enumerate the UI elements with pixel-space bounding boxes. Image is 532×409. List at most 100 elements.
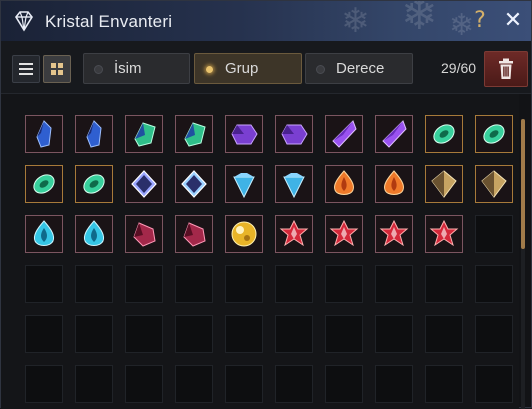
empty-inventory-slot[interactable] xyxy=(25,315,63,353)
inventory-slot[interactable] xyxy=(375,165,413,203)
scrollbar-thumb[interactable] xyxy=(521,119,525,249)
empty-inventory-slot[interactable] xyxy=(475,315,513,353)
empty-inventory-slot[interactable] xyxy=(125,265,163,303)
cyan-diamond-crystal-icon xyxy=(233,173,255,199)
help-icon[interactable]: ? xyxy=(471,10,489,32)
empty-inventory-slot[interactable] xyxy=(375,265,413,303)
inventory-slot[interactable] xyxy=(375,115,413,153)
close-icon[interactable]: ✕ xyxy=(501,9,525,33)
inventory-slot[interactable] xyxy=(225,215,263,253)
inventory-slot[interactable] xyxy=(75,215,113,253)
empty-inventory-slot[interactable] xyxy=(475,365,513,403)
inventory-slot[interactable] xyxy=(175,115,213,153)
empty-inventory-slot[interactable] xyxy=(325,365,363,403)
empty-inventory-slot[interactable] xyxy=(75,265,113,303)
empty-inventory-slot[interactable] xyxy=(425,365,463,403)
red-star-crystal-icon xyxy=(429,219,459,247)
empty-inventory-slot[interactable] xyxy=(325,265,363,303)
inventory-slot[interactable] xyxy=(325,115,363,153)
inventory-slot[interactable] xyxy=(25,165,63,203)
inventory-slot[interactable] xyxy=(325,215,363,253)
green-oval-crystal-icon xyxy=(433,124,455,144)
empty-inventory-slot[interactable] xyxy=(125,365,163,403)
inventory-slot[interactable] xyxy=(325,165,363,203)
inventory-slot[interactable] xyxy=(25,115,63,153)
list-view-button[interactable] xyxy=(12,55,40,83)
inventory-slot[interactable] xyxy=(425,165,463,203)
empty-inventory-slot[interactable] xyxy=(375,365,413,403)
empty-inventory-slot[interactable] xyxy=(175,265,213,303)
inventory-grid xyxy=(1,94,519,409)
empty-inventory-slot[interactable] xyxy=(75,365,113,403)
white-prism-crystal-icon xyxy=(131,170,157,198)
empty-inventory-slot[interactable] xyxy=(75,315,113,353)
inventory-slot[interactable] xyxy=(25,215,63,253)
empty-inventory-slot[interactable] xyxy=(225,365,263,403)
inventory-slot[interactable] xyxy=(475,115,513,153)
inventory-slot[interactable] xyxy=(125,165,163,203)
empty-inventory-slot[interactable] xyxy=(25,265,63,303)
inventory-slot[interactable] xyxy=(475,165,513,203)
orange-drop-crystal-icon xyxy=(384,170,404,195)
sort-by-group-button[interactable]: Grup xyxy=(194,53,302,84)
title-bar[interactable]: ❄ ❄ ❄ Kristal Envanteri ? ✕ xyxy=(1,1,531,41)
inventory-slot[interactable] xyxy=(175,215,213,253)
window-title: Kristal Envanteri xyxy=(45,12,173,31)
empty-inventory-slot[interactable] xyxy=(175,365,213,403)
inventory-slot[interactable] xyxy=(175,165,213,203)
empty-inventory-slot[interactable] xyxy=(125,315,163,353)
green-oval-crystal-icon xyxy=(33,174,55,194)
cyan-diamond-crystal-icon xyxy=(283,173,305,199)
empty-inventory-slot[interactable] xyxy=(325,315,363,353)
crystal-diamond-icon xyxy=(15,11,33,32)
radio-indicator xyxy=(94,65,103,74)
red-star-crystal-icon xyxy=(379,219,409,247)
toolbar: İsim Grup Derece 29/60 xyxy=(1,41,531,94)
inventory-slot[interactable] xyxy=(425,115,463,153)
snowflake-decoration-icon: ❄ xyxy=(341,1,370,41)
gold-prism-crystal-icon xyxy=(431,170,457,198)
sort-by-grade-button[interactable]: Derece xyxy=(305,53,413,84)
empty-inventory-slot[interactable] xyxy=(425,265,463,303)
delete-button[interactable] xyxy=(484,51,528,87)
cyan-drop-crystal-icon xyxy=(33,220,55,246)
inventory-slot[interactable] xyxy=(275,115,313,153)
trash-icon xyxy=(499,58,513,79)
white-prism-crystal-icon xyxy=(181,170,207,198)
inventory-slot[interactable] xyxy=(375,215,413,253)
sort-by-name-button[interactable]: İsim xyxy=(83,53,190,84)
green-blue-crystal-icon xyxy=(184,122,206,147)
inventory-slot[interactable] xyxy=(75,115,113,153)
orange-drop-crystal-icon xyxy=(334,170,354,195)
inventory-slot[interactable] xyxy=(275,215,313,253)
green-blue-crystal-icon xyxy=(134,122,156,147)
empty-inventory-slot[interactable] xyxy=(275,265,313,303)
empty-inventory-slot[interactable] xyxy=(425,315,463,353)
red-star-crystal-icon xyxy=(329,219,359,247)
purple-hex-crystal-icon xyxy=(281,124,308,145)
grid-view-button[interactable] xyxy=(43,55,71,83)
empty-inventory-slot[interactable] xyxy=(375,315,413,353)
empty-inventory-slot[interactable] xyxy=(275,365,313,403)
inventory-count: 29/60 xyxy=(441,60,477,76)
empty-inventory-slot[interactable] xyxy=(475,265,513,303)
inventory-slot[interactable] xyxy=(125,215,163,253)
inventory-slot[interactable] xyxy=(275,165,313,203)
inventory-slot[interactable] xyxy=(75,165,113,203)
empty-inventory-slot[interactable] xyxy=(225,265,263,303)
violet-shard-crystal-icon xyxy=(382,120,407,148)
empty-inventory-slot[interactable] xyxy=(225,315,263,353)
empty-inventory-slot[interactable] xyxy=(475,215,513,253)
green-oval-crystal-icon xyxy=(83,174,105,194)
green-oval-crystal-icon xyxy=(483,124,505,144)
inventory-slot[interactable] xyxy=(125,115,163,153)
empty-inventory-slot[interactable] xyxy=(275,315,313,353)
empty-inventory-slot[interactable] xyxy=(175,315,213,353)
inventory-slot[interactable] xyxy=(225,165,263,203)
empty-inventory-slot[interactable] xyxy=(25,365,63,403)
blue-crystal-icon xyxy=(36,120,52,148)
purple-hex-crystal-icon xyxy=(231,124,258,145)
inventory-slot[interactable] xyxy=(225,115,263,153)
sort-option-label: Derece xyxy=(336,60,385,77)
inventory-slot[interactable] xyxy=(425,215,463,253)
